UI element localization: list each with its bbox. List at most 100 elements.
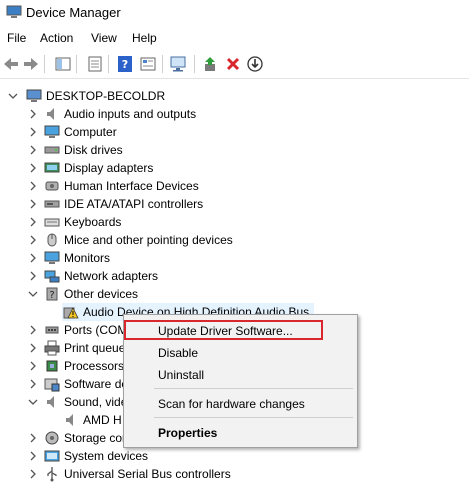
- view-resources-icon[interactable]: [139, 55, 157, 73]
- display-adapter-icon: [44, 162, 60, 173]
- chevron-right-icon[interactable]: [28, 379, 38, 389]
- tree-root[interactable]: DESKTOP-BECOLDR: [0, 87, 469, 105]
- tree-item-computer[interactable]: Computer: [0, 123, 469, 141]
- speaker-icon: [66, 414, 73, 426]
- tree-item-label: IDE ATA/ATAPI controllers: [64, 197, 204, 211]
- menu-separator: [154, 388, 353, 389]
- tree-item-label: Human Interface Devices: [64, 179, 199, 193]
- menu-item-scan-hardware[interactable]: Scan for hardware changes: [124, 394, 357, 414]
- svg-text:?: ?: [122, 58, 128, 71]
- chevron-right-icon[interactable]: [28, 109, 38, 119]
- tree-item-keyboards[interactable]: Keyboards: [0, 213, 469, 231]
- disable-device-icon[interactable]: [246, 55, 264, 73]
- chevron-right-icon[interactable]: [28, 433, 38, 443]
- tree-item-label: Monitors: [64, 251, 111, 265]
- chevron-right-icon[interactable]: [28, 199, 38, 209]
- uninstall-device-icon[interactable]: [224, 55, 242, 73]
- tree-root-label: DESKTOP-BECOLDR: [46, 89, 166, 103]
- chevron-right-icon[interactable]: [28, 253, 38, 263]
- tree-item-mice[interactable]: Mice and other pointing devices: [0, 231, 469, 249]
- system-device-icon: [44, 450, 60, 462]
- tree-item-label: System devices: [64, 449, 149, 463]
- keyboard-icon: [44, 218, 60, 227]
- chevron-right-icon[interactable]: [28, 271, 38, 281]
- toolbar-separator: [194, 55, 195, 73]
- menu-item-label: Uninstall: [158, 368, 205, 382]
- chevron-down-icon[interactable]: [28, 397, 38, 407]
- tree-item-label: Keyboards: [64, 215, 122, 229]
- tree-item-usb-controllers[interactable]: Universal Serial Bus controllers: [0, 465, 469, 483]
- tree-item-label: Processors: [64, 359, 125, 373]
- software-device-icon: [44, 378, 60, 392]
- menu-help[interactable]: Help: [132, 31, 157, 45]
- menu-item-uninstall[interactable]: Uninstall: [124, 365, 357, 385]
- tree-item-label: Universal Serial Bus controllers: [64, 467, 231, 481]
- tree-item-label: Computer: [64, 125, 117, 139]
- tree-item-hid[interactable]: Human Interface Devices: [0, 177, 469, 195]
- tree-item-audio-inputs[interactable]: Audio inputs and outputs: [0, 105, 469, 123]
- chevron-right-icon[interactable]: [28, 469, 38, 479]
- menu-item-label: Properties: [158, 426, 218, 440]
- speaker-icon: [47, 396, 54, 408]
- chevron-right-icon[interactable]: [28, 181, 38, 191]
- back-arrow-icon[interactable]: [2, 55, 20, 73]
- update-driver-icon[interactable]: [202, 55, 220, 73]
- title-bar: Device Manager: [0, 0, 469, 28]
- help-icon[interactable]: ?: [116, 55, 134, 73]
- menu-item-disable[interactable]: Disable: [124, 343, 357, 363]
- speaker-icon: [47, 108, 54, 120]
- toolbar-separator: [162, 55, 163, 73]
- tree-item-system-devices[interactable]: System devices: [0, 447, 469, 465]
- menu-file[interactable]: File: [7, 31, 26, 45]
- tree-item-monitors[interactable]: Monitors: [0, 249, 469, 267]
- menu-separator: [154, 417, 353, 418]
- menu-action[interactable]: Action: [40, 31, 73, 45]
- chevron-right-icon[interactable]: [28, 361, 38, 371]
- chevron-right-icon[interactable]: [28, 217, 38, 227]
- toolbar-separator: [76, 55, 77, 73]
- printer-icon: [44, 340, 60, 356]
- chevron-down-icon[interactable]: [8, 91, 18, 101]
- tree-item-label: AMD H: [83, 413, 122, 427]
- toolbar-separator: [108, 55, 109, 73]
- port-icon: [45, 326, 59, 334]
- chevron-right-icon[interactable]: [28, 343, 38, 353]
- toolbar: ?: [0, 50, 469, 79]
- tree-item-label: Ports (COM: [64, 323, 128, 337]
- unknown-device-icon: ?: [46, 287, 58, 301]
- tree-item-label: Network adapters: [64, 269, 159, 283]
- tree-item-label: Sound, vide: [64, 395, 128, 409]
- chevron-right-icon[interactable]: [28, 451, 38, 461]
- tree-item-label: Disk drives: [64, 143, 123, 157]
- window-title: Device Manager: [26, 5, 121, 20]
- network-adapter-icon: [44, 270, 60, 283]
- storage-controller-icon: [45, 431, 59, 445]
- tree-item-label: Audio inputs and outputs: [64, 107, 197, 121]
- chevron-down-icon[interactable]: [28, 289, 38, 299]
- properties-sheet-icon[interactable]: [86, 55, 104, 73]
- menu-item-properties[interactable]: Properties: [124, 423, 357, 443]
- scan-monitor-icon[interactable]: [170, 55, 188, 73]
- chevron-right-icon[interactable]: [28, 145, 38, 155]
- tree-item-network[interactable]: Network adapters: [0, 267, 469, 285]
- tree-item-disk-drives[interactable]: Disk drives: [0, 141, 469, 159]
- ide-controller-icon: [44, 200, 60, 208]
- chevron-right-icon[interactable]: [28, 235, 38, 245]
- hid-icon: [45, 181, 59, 191]
- toolbar-separator: [44, 55, 45, 73]
- monitor-icon: [44, 125, 60, 138]
- svg-text:?: ?: [49, 290, 54, 301]
- menu-view[interactable]: View: [91, 31, 117, 45]
- chevron-right-icon[interactable]: [28, 325, 38, 335]
- show-hide-console-tree-icon[interactable]: [54, 55, 72, 73]
- mouse-icon: [47, 233, 57, 247]
- tree-item-display-adapters[interactable]: Display adapters: [0, 159, 469, 177]
- chevron-right-icon[interactable]: [28, 163, 38, 173]
- forward-arrow-icon[interactable]: [22, 55, 40, 73]
- tree-item-other-devices[interactable]: ? Other devices: [0, 285, 469, 303]
- menu-bar: File Action View Help: [0, 28, 469, 50]
- tree-item-label: Display adapters: [64, 161, 154, 175]
- usb-icon: [47, 467, 57, 482]
- tree-item-ide-ata[interactable]: IDE ATA/ATAPI controllers: [0, 195, 469, 213]
- chevron-right-icon[interactable]: [28, 127, 38, 137]
